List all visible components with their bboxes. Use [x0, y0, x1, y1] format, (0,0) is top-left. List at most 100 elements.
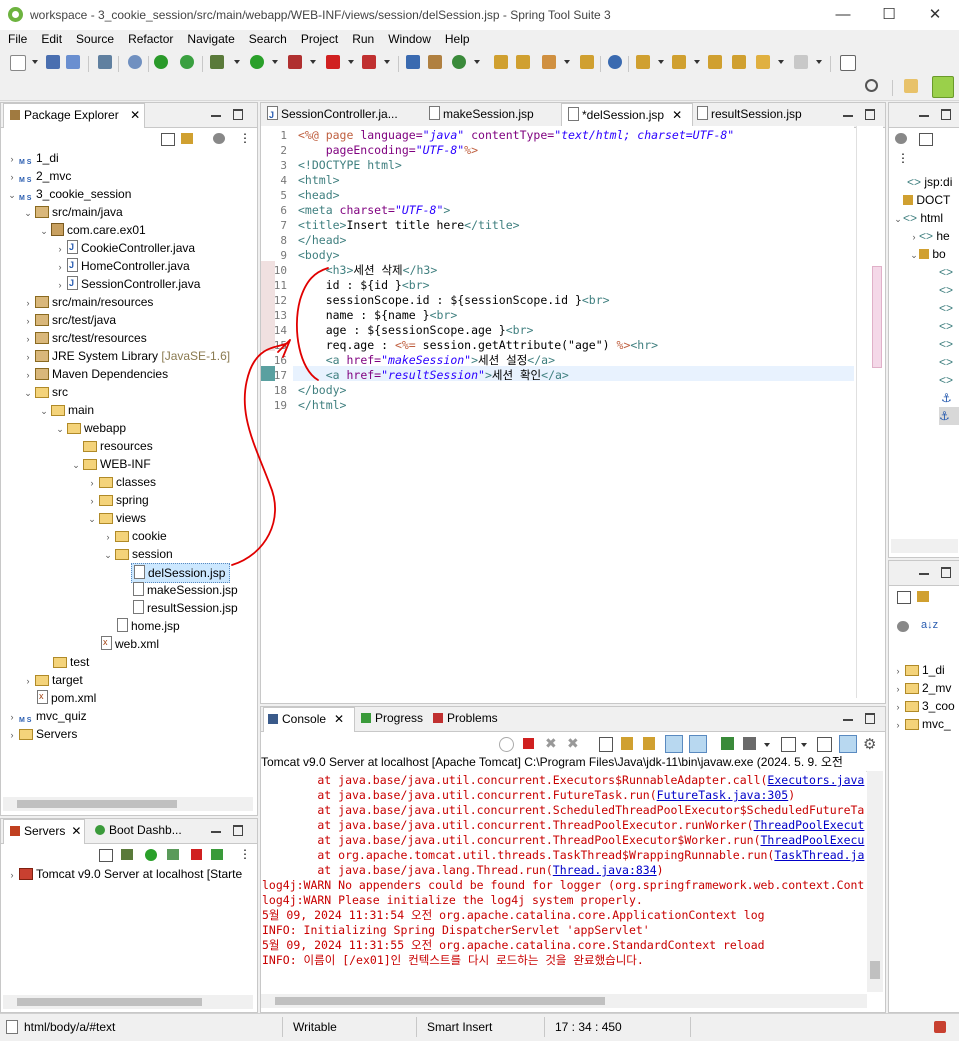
- maximize-view-icon[interactable]: [941, 109, 951, 120]
- outline-child[interactable]: <>: [939, 317, 953, 335]
- console-text: at java.base/java.util.concurrent.Future…: [262, 788, 657, 802]
- maximize-view-icon[interactable]: [865, 713, 875, 724]
- console-line: INFO: Initializing Spring DispatcherServ…: [262, 923, 650, 938]
- outline-panel: ⋮ <> jsp:di DOCT ⌄<> html › <> he ⌄ bo <>…: [888, 102, 959, 558]
- outline-child[interactable]: <>: [939, 335, 953, 353]
- console-line: at java.base/java.util.concurrent.Thread…: [262, 833, 864, 848]
- outline-filter-icon[interactable]: [895, 133, 907, 144]
- pin-console-icon[interactable]: [721, 737, 734, 750]
- folder-icon: [905, 719, 919, 730]
- console-vertical-scroll[interactable]: [867, 771, 883, 992]
- console-line: 5월 09, 2024 11:31:54 오전 org.apache.catal…: [262, 908, 765, 923]
- right-tree-item[interactable]: › mvc_: [893, 715, 951, 733]
- console-text: at java.base/java.lang.Thread.run(: [262, 863, 553, 877]
- tab-progress[interactable]: Progress: [361, 707, 423, 730]
- scrollbar-thumb[interactable]: [275, 997, 605, 1005]
- remove-launch-icon[interactable]: ✖: [545, 735, 557, 752]
- console-line: log4j:WARN No appenders could be found f…: [262, 878, 864, 893]
- right-tree-item[interactable]: › 2_mv: [893, 679, 952, 697]
- minimize-view-icon[interactable]: [919, 567, 929, 575]
- remove-all-icon[interactable]: ✖: [567, 735, 579, 752]
- outline-item-doctype[interactable]: DOCT: [903, 191, 950, 209]
- scroll-lock-icon[interactable]: [621, 737, 633, 750]
- outline-child[interactable]: <>: [939, 371, 953, 389]
- open-console-icon[interactable]: [781, 737, 796, 752]
- stack-trace-link[interactable]: TaskThread.ja: [774, 848, 864, 862]
- status-path: html/body/a/#text: [24, 1020, 116, 1034]
- outline-child[interactable]: <>: [939, 299, 953, 317]
- console-tabs: Console ✕ Progress Problems: [261, 707, 885, 732]
- outline-horizontal-scroll[interactable]: [891, 539, 958, 553]
- open-console-dropdown-icon[interactable]: [801, 743, 807, 747]
- console-text: 5월 09, 2024 11:31:55 오전 org.apache.catal…: [262, 938, 765, 952]
- console-output[interactable]: at java.base/java.util.concurrent.Execut…: [261, 771, 866, 989]
- console-line: log4j:WARN Please initialize the log4j s…: [262, 893, 643, 908]
- word-wrap-icon[interactable]: [643, 737, 655, 750]
- console-line: at java.base/java.util.concurrent.Future…: [262, 788, 795, 803]
- minimize-view-icon[interactable]: [843, 713, 853, 721]
- console-line: at java.base/java.util.concurrent.Schedu…: [262, 803, 864, 818]
- console-text: 5월 09, 2024 11:31:54 오전 org.apache.catal…: [262, 908, 765, 922]
- show-stdout-icon[interactable]: [665, 735, 683, 753]
- console-line: INFO: 이름이 [/ex01]인 컨텍스트를 다시 로드하는 것을 완료했습…: [262, 953, 644, 968]
- restart-icon[interactable]: [499, 737, 514, 752]
- console-header: Tomcat v9.0 Server at localhost [Apache …: [261, 753, 883, 772]
- terminate-icon[interactable]: [523, 738, 534, 749]
- status-insert-mode: Smart Insert: [427, 1020, 493, 1034]
- outline-child[interactable]: <>: [939, 281, 953, 299]
- outline-header: [889, 103, 959, 128]
- console-text: at org.apache.tomcat.util.threads.TaskTh…: [262, 848, 775, 862]
- tab-console[interactable]: Console ✕: [263, 707, 355, 732]
- folder-icon: [905, 665, 919, 676]
- stack-trace-link[interactable]: ThreadPoolExecu: [761, 833, 865, 847]
- settings-gear-icon[interactable]: ⚙: [863, 735, 876, 753]
- body-icon: [919, 249, 929, 259]
- console-icon: [268, 714, 278, 724]
- tree-label: mvc_: [922, 717, 951, 731]
- console-line: at java.base/java.util.concurrent.Thread…: [262, 818, 864, 833]
- right-tree-item[interactable]: › 3_coo: [893, 697, 955, 715]
- link-editor-icon[interactable]: [917, 591, 929, 602]
- console-text: INFO: 이름이 [/ex01]인 컨텍스트를 다시 로드하는 것을 완료했습…: [262, 953, 644, 967]
- clear-console-icon[interactable]: [599, 737, 613, 752]
- maximize-view-icon[interactable]: [941, 567, 951, 578]
- outline-item-head[interactable]: › <> he: [909, 227, 950, 245]
- tree-label: 3_coo: [922, 699, 955, 713]
- outline-item-body[interactable]: ⌄ bo: [909, 245, 945, 263]
- console-horizontal-scroll[interactable]: [261, 994, 867, 1008]
- outline-anchor-selected[interactable]: ⚓: [939, 407, 959, 425]
- outline-anchor[interactable]: ⚓: [941, 389, 952, 407]
- console-text: at java.base/java.util.concurrent.Thread…: [262, 833, 761, 847]
- right-tree-item[interactable]: › 1_di: [893, 661, 945, 679]
- stack-trace-link[interactable]: Thread.java:834: [553, 863, 657, 877]
- outline-label: he: [936, 229, 950, 243]
- close-tab-icon[interactable]: ✕: [334, 712, 344, 726]
- sort-icon[interactable]: a↓z: [921, 619, 938, 631]
- outline-item-html[interactable]: ⌄<> html: [893, 209, 943, 227]
- show-stderr-icon[interactable]: [689, 735, 707, 753]
- ansi-console-icon[interactable]: [839, 735, 857, 753]
- tab-problems[interactable]: Problems: [433, 707, 498, 730]
- filter-icon[interactable]: [897, 621, 909, 632]
- scrollbar-thumb[interactable]: [870, 961, 880, 979]
- stack-trace-link[interactable]: FutureTask.java:305: [657, 788, 789, 802]
- outline-child[interactable]: <>: [939, 353, 953, 371]
- display-console-icon[interactable]: [743, 737, 756, 750]
- outline-label: DOCT: [916, 193, 951, 207]
- progress-tab-label: Progress: [375, 711, 424, 725]
- folder-icon: [905, 683, 919, 694]
- doctype-icon: [903, 195, 913, 205]
- console-line: at org.apache.tomcat.util.threads.TaskTh…: [262, 848, 864, 863]
- outline-collapse-icon[interactable]: [919, 133, 933, 146]
- outline-child[interactable]: <>: [939, 263, 953, 281]
- console-tab-label: Console: [282, 712, 327, 726]
- notification-icon[interactable]: [934, 1021, 946, 1033]
- stack-trace-link[interactable]: Executors.java: [767, 773, 864, 787]
- outline-item-jsp-directive[interactable]: <> jsp:di: [907, 173, 952, 191]
- display-console-dropdown-icon[interactable]: [764, 743, 770, 747]
- collapse-all-icon[interactable]: [897, 591, 911, 604]
- minimize-view-icon[interactable]: [919, 109, 929, 117]
- copy-icon[interactable]: [817, 737, 832, 752]
- outline-menu-icon[interactable]: ⋮: [897, 151, 909, 165]
- stack-trace-link[interactable]: ThreadPoolExecut: [754, 818, 865, 832]
